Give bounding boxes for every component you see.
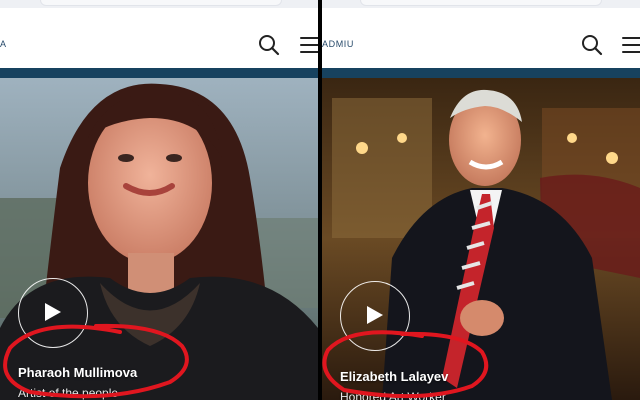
nav-bar [0, 68, 318, 78]
address-bar[interactable] [40, 0, 282, 6]
search-icon[interactable] [581, 34, 603, 56]
red-annotation-circle [3, 323, 189, 399]
address-bar[interactable] [360, 0, 602, 6]
artist-photo: Elizabeth Lalayev Honored Art Worker [322, 78, 640, 400]
browser-address-strip [0, 0, 318, 8]
search-icon[interactable] [258, 34, 280, 56]
site-logo[interactable]: A [0, 39, 7, 49]
red-annotation-circle [322, 330, 489, 399]
hamburger-menu-icon[interactable] [300, 35, 318, 55]
browser-address-strip [322, 0, 640, 8]
split-screenshot: A Pharaoh Mullimova Artist of the people… [0, 0, 640, 400]
left-phone-screen: A Pharaoh Mullimova Artist of the people [0, 0, 318, 400]
site-logo[interactable]: ADMIU [322, 39, 354, 49]
play-icon [367, 306, 383, 324]
hamburger-menu-icon[interactable] [622, 35, 640, 55]
site-header: ADMIU [322, 8, 640, 68]
site-header: A [0, 8, 318, 68]
right-phone-screen: ADMIU Elizabeth Lalayev Honored Art Work… [322, 0, 640, 400]
nav-bar [322, 68, 640, 78]
artist-photo: Pharaoh Mullimova Artist of the people [0, 78, 318, 400]
